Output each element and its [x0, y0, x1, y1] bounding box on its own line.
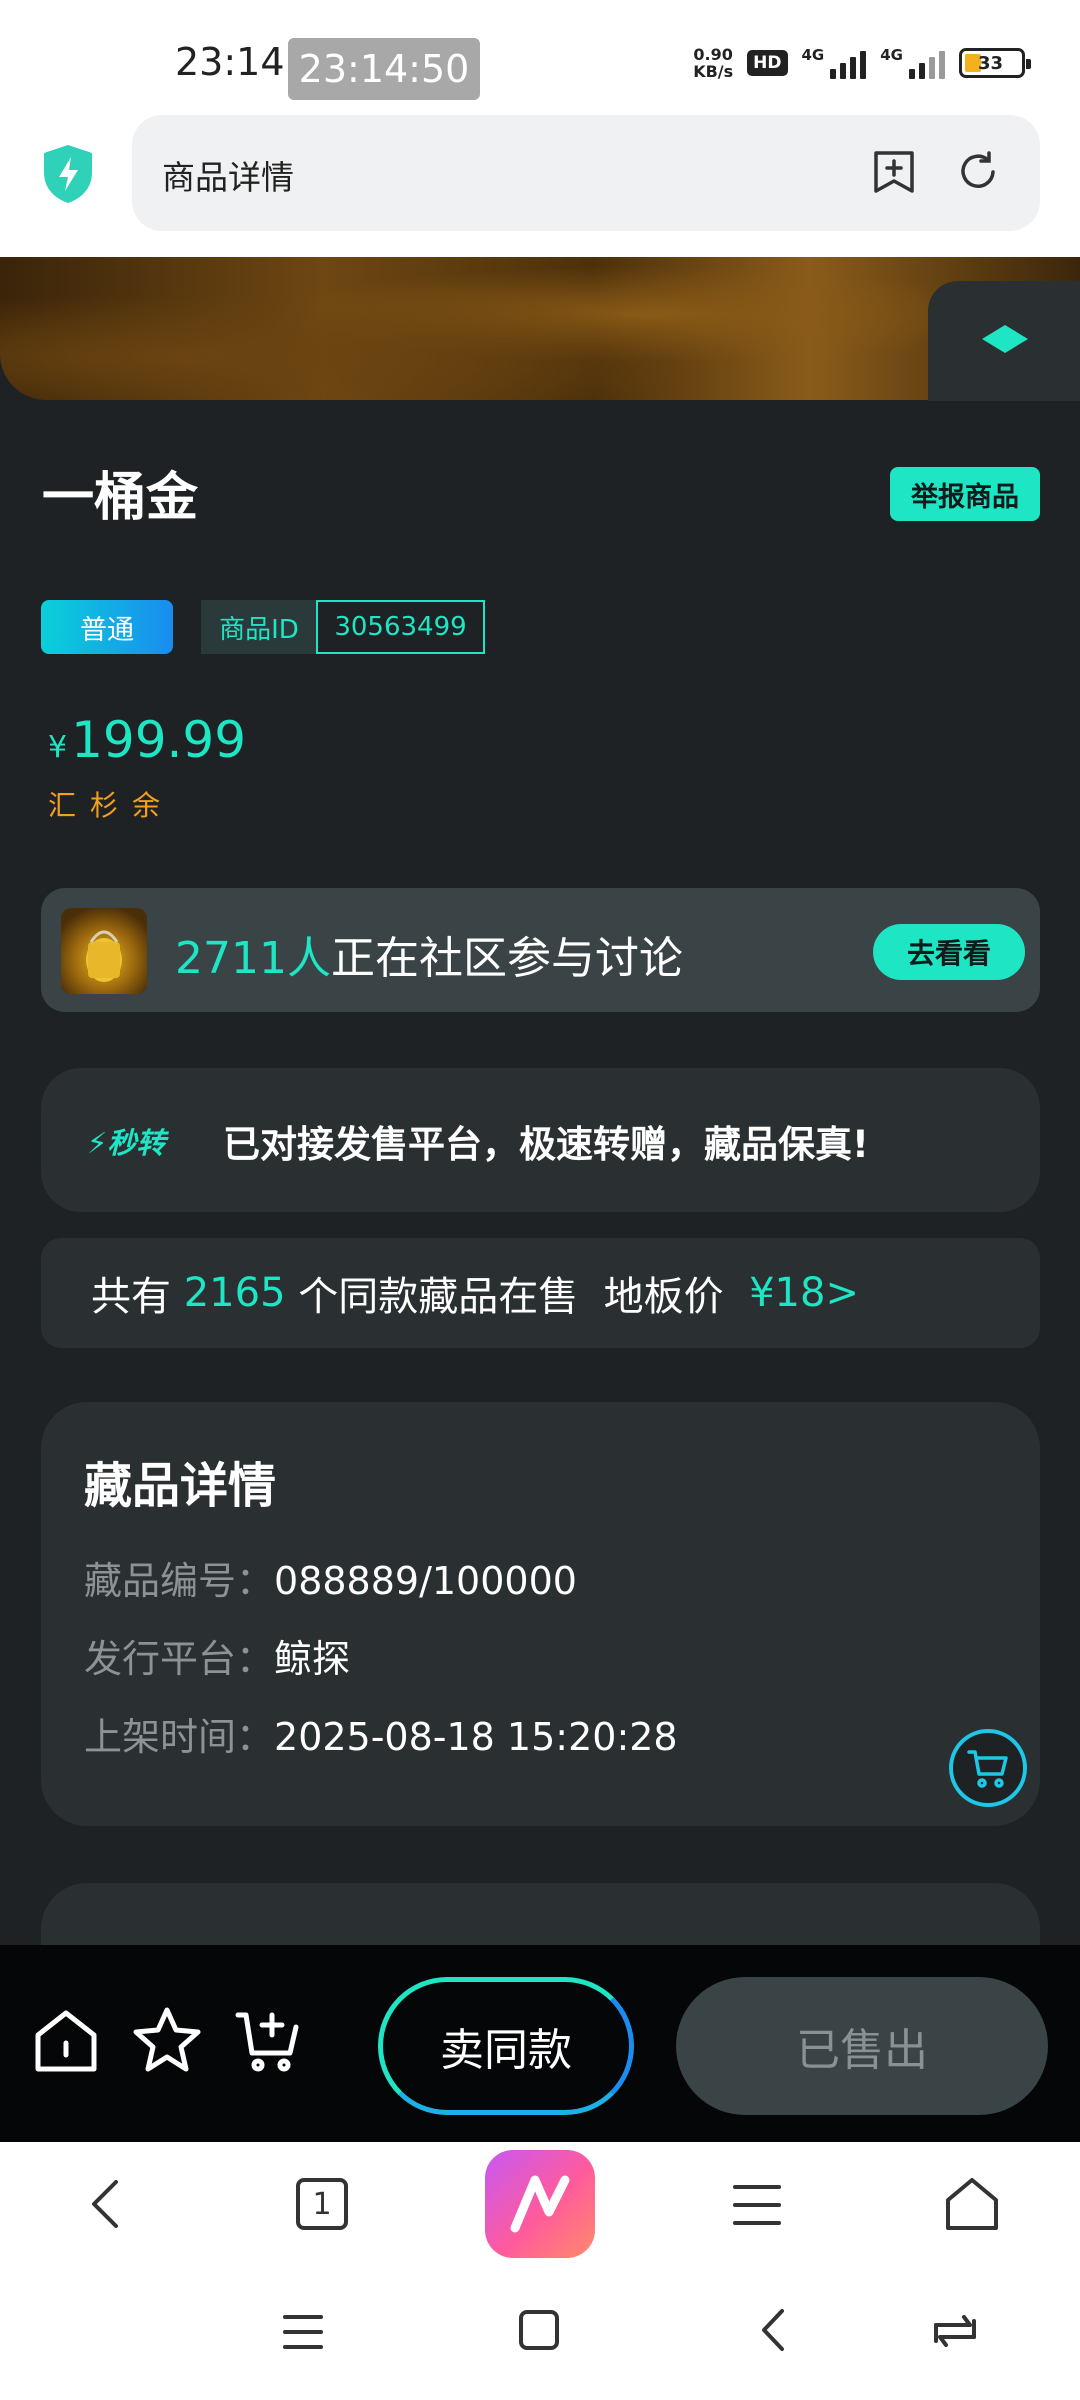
- menu-icon[interactable]: [732, 2182, 782, 2232]
- system-nav-bar: [0, 2267, 1080, 2400]
- product-price: ¥199.99: [48, 711, 247, 769]
- back-icon[interactable]: [86, 2176, 126, 2236]
- rarity-tag: 普通: [41, 600, 173, 654]
- browser-bottom-nav: 1: [0, 2142, 1080, 2267]
- status-icons: 0.90 KB/s HD 4G 4G 33: [693, 45, 1031, 81]
- details-title: 藏品详情: [84, 1458, 277, 1514]
- lightning-icon: ⚡: [87, 1126, 108, 1160]
- product-thumbnail: [61, 908, 147, 994]
- report-button[interactable]: 举报商品: [890, 467, 1040, 521]
- rotate-icon[interactable]: [930, 2311, 980, 2355]
- hd-badge: HD: [747, 50, 788, 76]
- net-speed: 0.90 KB/s: [693, 45, 734, 81]
- product-id-value[interactable]: 30563499: [316, 600, 485, 654]
- market-floor-price-row[interactable]: 共有 2165 个同款藏品在售 地板价 ¥18>: [41, 1238, 1040, 1348]
- reload-icon[interactable]: [955, 149, 1001, 199]
- browser-ai-icon[interactable]: [485, 2150, 595, 2258]
- url-field[interactable]: 商品详情: [132, 115, 1040, 231]
- shield-icon[interactable]: [40, 143, 96, 209]
- app-content: 一桶金 举报商品 普通 商品ID 30563499 ¥199.99 汇杉余 27…: [0, 257, 1080, 1945]
- cart-icon: [967, 1750, 1008, 1788]
- status-time: 23:14: [175, 40, 285, 84]
- home-page-icon[interactable]: [944, 2176, 1000, 2236]
- product-name: 一桶金: [42, 468, 199, 528]
- signal-icon-2: [909, 47, 945, 79]
- fast-transfer-badge: ⚡秒转: [87, 1126, 166, 1160]
- fast-transfer-banner: ⚡秒转 已对接发售平台，极速转赠，藏品保真!: [41, 1068, 1040, 1212]
- bottom-action-bar: 卖同款 已售出: [0, 1945, 1080, 2142]
- detail-row-listed-time: 上架时间：2025-08-18 15:20:28: [84, 1715, 678, 1759]
- signal-label-2: 4G: [880, 46, 903, 64]
- community-text: 2711人正在社区参与讨论: [175, 933, 683, 984]
- sell-same-button[interactable]: 卖同款: [378, 1977, 634, 2115]
- home-nav-icon[interactable]: [518, 2309, 560, 2355]
- product-id-label: 商品ID: [201, 600, 317, 654]
- next-card: [41, 1883, 1040, 1945]
- page-title: 商品详情: [162, 158, 294, 197]
- status-bar: 23:14 23:14:50 0.90 KB/s HD 4G 4G 33: [0, 0, 1080, 115]
- sold-out-button[interactable]: 已售出: [676, 1977, 1048, 2115]
- detail-row-platform: 发行平台：鲸探: [84, 1637, 351, 1681]
- signal-label-1: 4G: [801, 46, 825, 64]
- screen-record-timer: 23:14:50: [288, 38, 480, 100]
- fast-transfer-text: 已对接发售平台，极速转赠，藏品保真!: [223, 1123, 869, 1166]
- battery-icon: 33: [959, 48, 1031, 78]
- recents-icon[interactable]: [282, 2313, 324, 2355]
- floor-price: ¥18>: [749, 1270, 859, 1316]
- collapse-toggle[interactable]: [928, 281, 1080, 401]
- browser-address-bar: 商品详情: [0, 115, 1080, 257]
- tabs-button[interactable]: 1: [296, 2178, 348, 2230]
- add-bookmark-icon[interactable]: [872, 149, 916, 199]
- community-banner[interactable]: 2711人正在社区参与讨论 去看看: [41, 888, 1040, 1012]
- signal-icon: [830, 47, 867, 79]
- diamond-icon: [982, 325, 1028, 353]
- product-image-banner: [0, 257, 1080, 400]
- payment-method: 汇杉余: [48, 789, 175, 822]
- cart-icon[interactable]: [234, 2005, 304, 2079]
- detail-row-serial: 藏品编号：088889/100000: [84, 1559, 577, 1603]
- listing-count: 2165: [183, 1270, 286, 1316]
- back-nav-icon[interactable]: [758, 2307, 788, 2357]
- collection-details-card: 藏品详情 藏品编号：088889/100000 发行平台：鲸探 上架时间：202…: [41, 1402, 1040, 1826]
- star-icon[interactable]: [132, 2005, 202, 2079]
- go-view-button[interactable]: 去看看: [873, 924, 1025, 980]
- floating-cart-button[interactable]: [949, 1729, 1027, 1807]
- home-icon[interactable]: [32, 2007, 100, 2079]
